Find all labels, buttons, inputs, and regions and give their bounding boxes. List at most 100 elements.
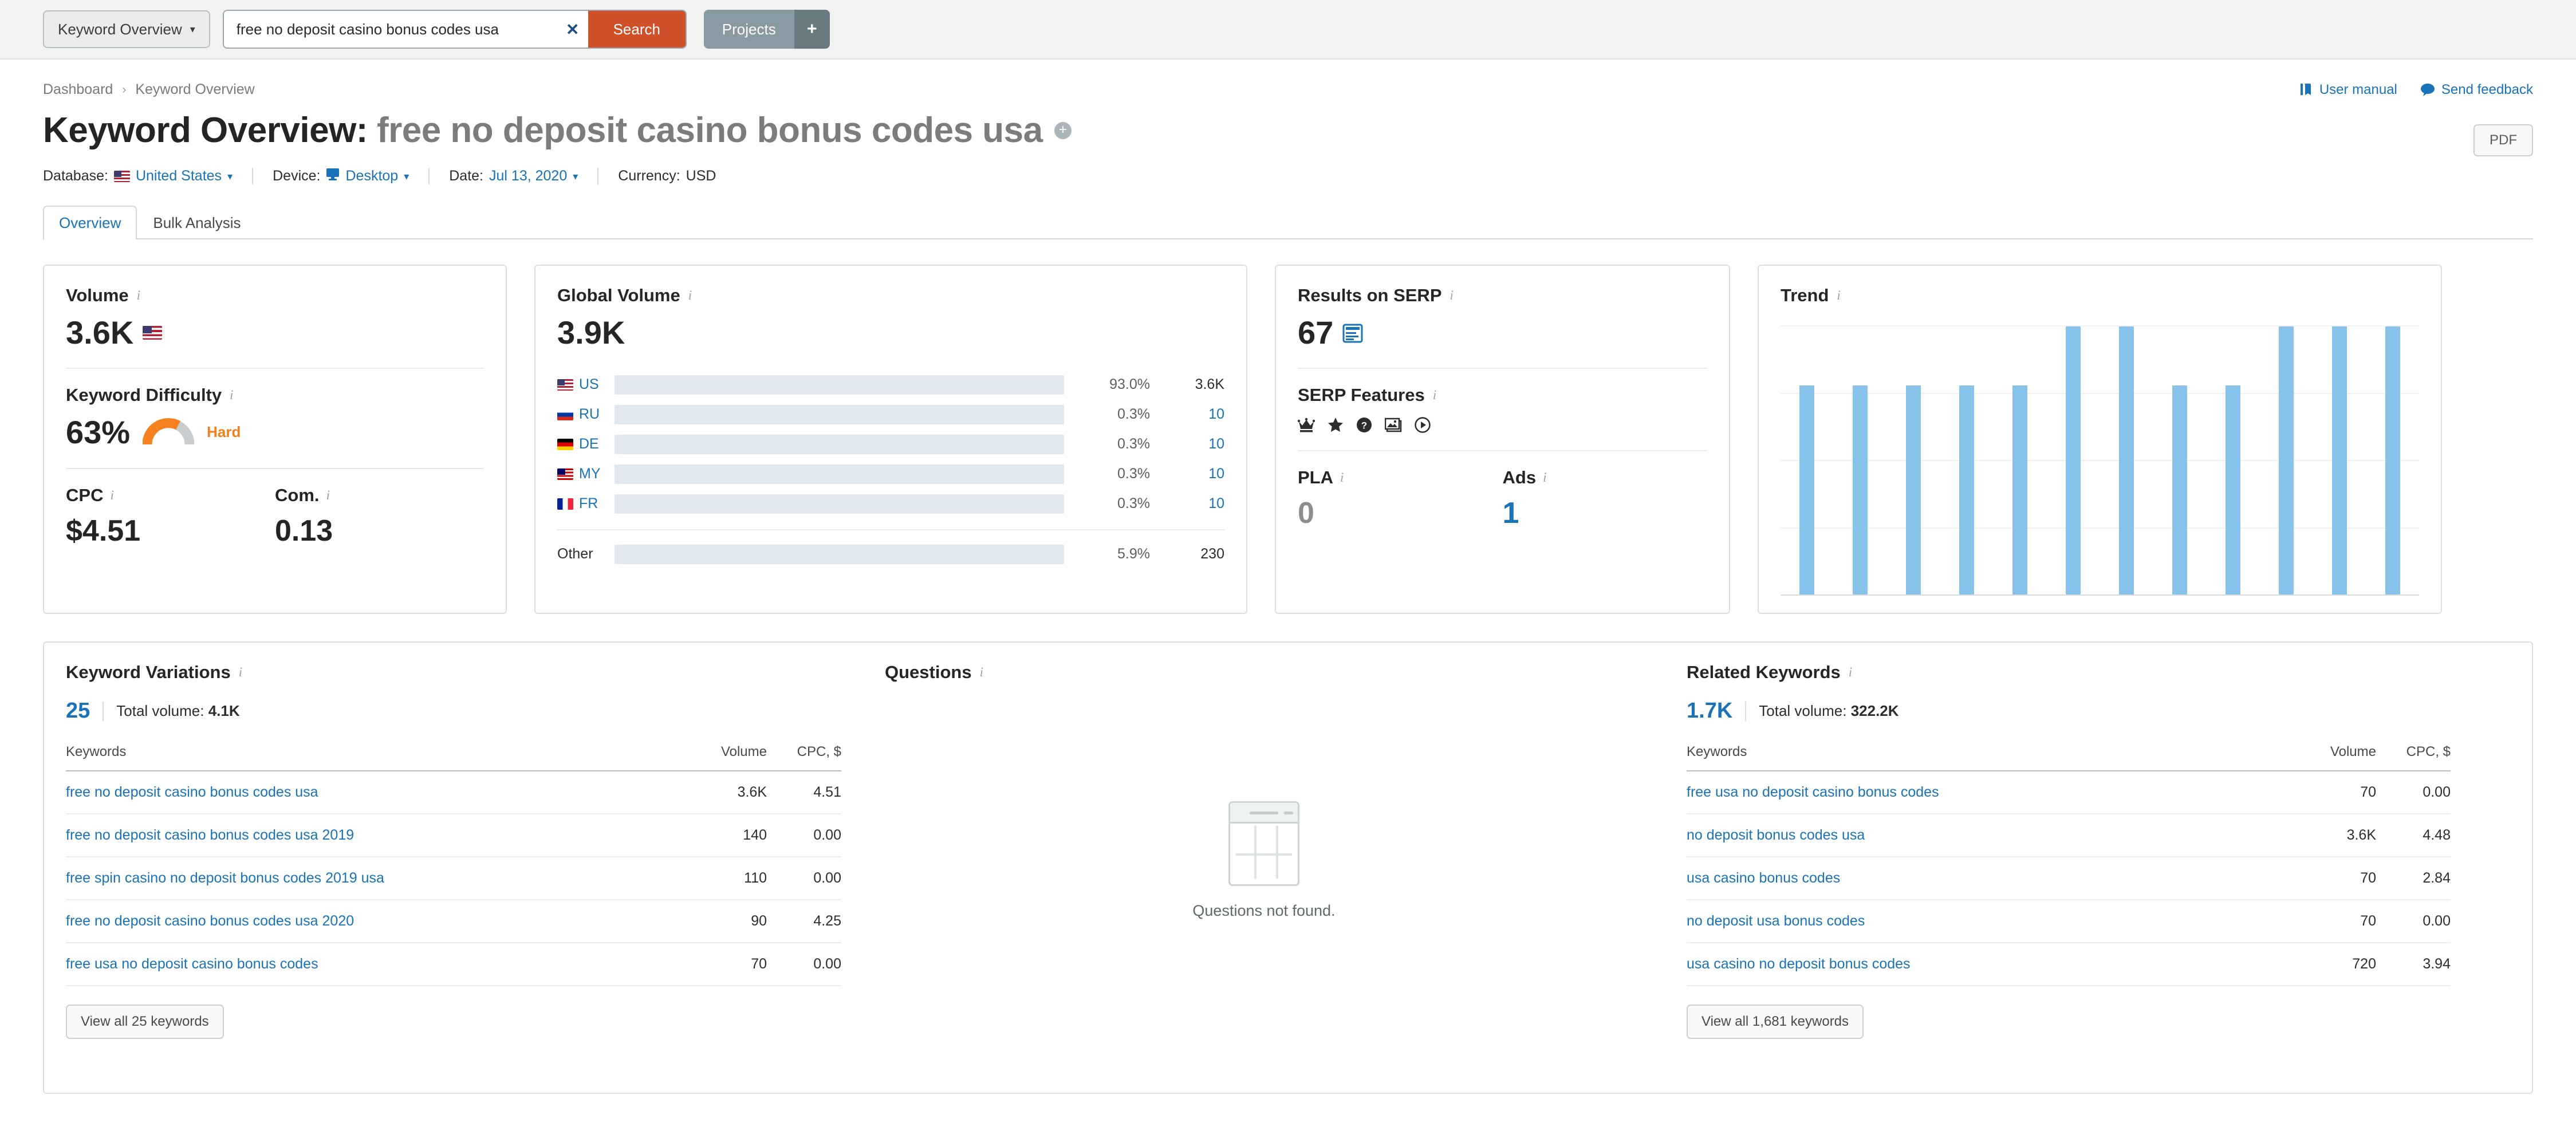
chart-bar[interactable] — [2066, 326, 2081, 594]
keyword-link[interactable]: usa casino no deposit bonus codes — [1687, 956, 1911, 972]
empty-table-icon — [1228, 801, 1299, 886]
chart-bar[interactable] — [1799, 385, 1815, 594]
breadcrumb-dashboard[interactable]: Dashboard — [43, 81, 113, 98]
chart-bar[interactable] — [2331, 326, 2347, 594]
volume-count[interactable]: 10 — [1150, 466, 1224, 482]
video-play-icon[interactable] — [1415, 416, 1431, 433]
country-label-fr[interactable]: FR — [557, 495, 615, 512]
chart-bar-slot[interactable] — [2206, 326, 2259, 594]
info-icon[interactable]: i — [1433, 388, 1436, 403]
tab-bulk-analysis[interactable]: Bulk Analysis — [137, 206, 257, 239]
volume-count[interactable]: 10 — [1150, 436, 1224, 452]
serp-report-icon[interactable] — [1342, 315, 1363, 351]
chart-bar[interactable] — [2278, 326, 2294, 594]
chart-bar[interactable] — [1959, 385, 1975, 594]
info-icon[interactable]: i — [1543, 470, 1546, 485]
chart-bar-slot[interactable] — [2313, 326, 2366, 594]
volume-bar-track — [615, 494, 1064, 514]
date-value-wrapper[interactable]: Jul 13, 2020 ▾ — [489, 168, 578, 184]
projects-button[interactable]: Projects — [703, 10, 794, 49]
chart-bar[interactable] — [1906, 385, 1921, 594]
user-manual-link[interactable]: User manual — [2300, 82, 2397, 98]
chart-bar-slot[interactable] — [2153, 326, 2206, 594]
chart-bar-slot[interactable] — [1887, 326, 1940, 594]
keyword-cell[interactable]: free no deposit casino bonus codes usa 2… — [66, 900, 664, 943]
info-icon[interactable]: i — [980, 665, 983, 680]
keyword-cell[interactable]: free usa no deposit casino bonus codes — [66, 943, 664, 986]
keyword-link[interactable]: usa casino bonus codes — [1687, 870, 1840, 886]
send-feedback-link[interactable]: Send feedback — [2420, 82, 2533, 98]
star-icon[interactable] — [1328, 417, 1344, 433]
search-input[interactable] — [223, 11, 557, 48]
scope-select-keyword-overview[interactable]: Keyword Overview ▾ — [43, 10, 210, 48]
keyword-link[interactable]: free usa no deposit casino bonus codes — [1687, 784, 1939, 800]
keyword-cell[interactable]: usa casino bonus codes — [1687, 857, 2273, 900]
chart-bar-slot[interactable] — [2047, 326, 2100, 594]
chart-bar[interactable] — [2118, 326, 2134, 594]
keyword-link[interactable]: no deposit usa bonus codes — [1687, 913, 1865, 929]
crown-icon[interactable] — [1298, 418, 1315, 432]
info-icon[interactable]: i — [1450, 288, 1454, 303]
chart-bar-slot[interactable] — [1834, 326, 1887, 594]
clear-search-icon[interactable]: ✕ — [557, 11, 588, 48]
keyword-link[interactable]: free usa no deposit casino bonus codes — [66, 956, 318, 972]
keyword-cell[interactable]: usa casino no deposit bonus codes — [1687, 943, 2273, 986]
device-value-wrapper[interactable]: Desktop ▾ — [326, 168, 409, 184]
related-keywords-count[interactable]: 1.7K — [1687, 699, 1732, 723]
info-icon[interactable]: i — [688, 288, 692, 303]
keyword-cell[interactable]: no deposit bonus codes usa — [1687, 814, 2273, 857]
chart-bar-slot[interactable] — [1994, 326, 2047, 594]
add-to-list-icon[interactable]: + — [1054, 121, 1072, 139]
view-all-variations-button[interactable]: View all 25 keywords — [66, 1005, 224, 1039]
info-icon[interactable]: i — [1837, 288, 1840, 303]
country-label-ru[interactable]: RU — [557, 406, 615, 423]
search-button[interactable]: Search — [588, 11, 686, 48]
info-icon[interactable]: i — [1849, 665, 1852, 680]
chart-bar[interactable] — [2385, 326, 2400, 594]
keyword-cell[interactable]: free usa no deposit casino bonus codes — [1687, 771, 2273, 814]
country-label-my[interactable]: MY — [557, 466, 615, 482]
chart-bar[interactable] — [2225, 385, 2240, 594]
chart-bar-slot[interactable] — [2366, 326, 2419, 594]
question-mark-icon[interactable]: ? — [1356, 417, 1372, 433]
keyword-cell[interactable]: no deposit usa bonus codes — [1687, 900, 2273, 943]
keyword-link[interactable]: no deposit bonus codes usa — [1687, 827, 1865, 843]
info-icon[interactable]: i — [137, 288, 140, 303]
info-icon[interactable]: i — [1340, 470, 1344, 485]
tab-overview[interactable]: Overview — [43, 206, 137, 239]
info-icon[interactable]: i — [326, 488, 330, 503]
chart-bar-slot[interactable] — [1781, 326, 1834, 594]
volume-count[interactable]: 10 — [1150, 495, 1224, 512]
keyword-link[interactable]: free spin casino no deposit bonus codes … — [66, 870, 384, 886]
country-label-de[interactable]: DE — [557, 436, 615, 452]
images-icon[interactable] — [1385, 417, 1402, 433]
ads-value[interactable]: 1 — [1503, 496, 1708, 530]
chart-bar[interactable] — [1853, 385, 1868, 594]
keyword-link[interactable]: free no deposit casino bonus codes usa 2… — [66, 827, 354, 843]
date-filter[interactable]: Date: Jul 13, 2020 ▾ — [428, 168, 597, 184]
add-project-plus-icon[interactable]: + — [794, 10, 830, 49]
export-pdf-button[interactable]: PDF — [2473, 124, 2533, 156]
info-icon[interactable]: i — [110, 488, 113, 503]
send-feedback-label: Send feedback — [2441, 81, 2533, 97]
keyword-cell[interactable]: free no deposit casino bonus codes usa 2… — [66, 814, 664, 857]
chart-bar[interactable] — [2172, 385, 2187, 594]
chart-bar-slot[interactable] — [2259, 326, 2313, 594]
database-value-wrapper[interactable]: United States ▾ — [113, 168, 233, 184]
volume-count[interactable]: 10 — [1150, 406, 1224, 423]
keyword-link[interactable]: free no deposit casino bonus codes usa 2… — [66, 913, 354, 929]
view-all-related-button[interactable]: View all 1,681 keywords — [1687, 1005, 1864, 1039]
device-filter[interactable]: Device: Desktop ▾ — [252, 168, 428, 184]
keyword-link[interactable]: free no deposit casino bonus codes usa — [66, 784, 318, 800]
keyword-cell[interactable]: free spin casino no deposit bonus codes … — [66, 857, 664, 900]
database-filter[interactable]: Database: United States ▾ — [43, 168, 252, 184]
keyword-cell[interactable]: free no deposit casino bonus codes usa — [66, 771, 664, 814]
chart-bar-slot[interactable] — [1940, 326, 1994, 594]
chart-bar-slot[interactable] — [2100, 326, 2153, 594]
keyword-variations-count[interactable]: 25 — [66, 699, 90, 723]
info-icon[interactable]: i — [230, 388, 233, 403]
chart-bar[interactable] — [2012, 385, 2028, 594]
global-volume-title: Global Volume — [557, 285, 680, 305]
info-icon[interactable]: i — [239, 665, 242, 680]
country-label-us[interactable]: US — [557, 376, 615, 393]
